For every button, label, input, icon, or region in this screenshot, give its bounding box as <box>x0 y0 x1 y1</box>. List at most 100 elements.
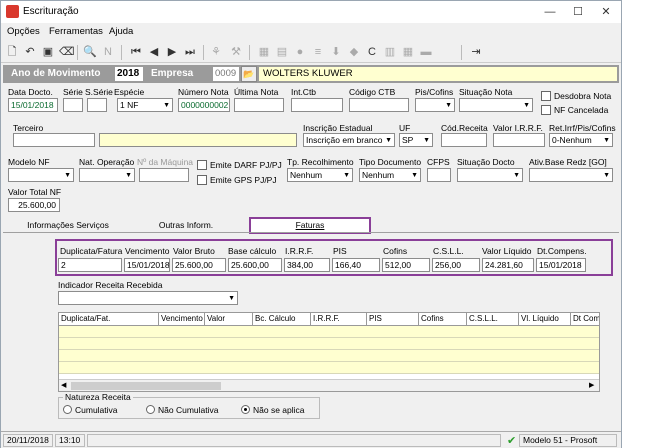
cfps-field[interactable] <box>427 168 451 182</box>
grid-icon[interactable]: ▦ <box>401 45 415 59</box>
scrollbar-thumb[interactable] <box>71 382 221 390</box>
nao-se-aplica-radio[interactable] <box>241 405 250 414</box>
terceiro-name-field <box>99 133 297 147</box>
terceiro-field[interactable] <box>13 133 95 147</box>
maximize-button[interactable]: ☐ <box>565 3 591 21</box>
previous-record-icon[interactable]: ◀ <box>147 45 161 59</box>
preview-icon[interactable]: 🔍 <box>83 45 97 59</box>
scroll-left-icon[interactable]: ◀ <box>61 381 66 389</box>
table-row[interactable] <box>59 338 599 350</box>
empresa-code-field[interactable]: 0009 <box>213 67 239 81</box>
menu-opcoes[interactable]: Opções <box>7 26 40 37</box>
modelo-nf-select[interactable]: ▼ <box>8 168 74 182</box>
ret-irrf-select[interactable]: 0-Nenhum ▼ <box>549 133 613 147</box>
vencimento-field[interactable]: 15/01/2018 <box>124 258 170 272</box>
cofins-field[interactable]: 512,00 <box>382 258 430 272</box>
empresa-lookup-button[interactable]: 📂 <box>241 66 257 82</box>
valor-total-field[interactable]: 25.600,00 <box>8 198 60 212</box>
save-icon[interactable]: ▣ <box>41 45 55 59</box>
int-ctb-field[interactable] <box>291 98 343 112</box>
barcode-icon[interactable]: ▥ <box>383 45 397 59</box>
pis-cofins-select[interactable]: ▼ <box>415 98 455 112</box>
exit-icon[interactable]: ⇥ <box>469 45 483 59</box>
nf-cancelada-checkbox[interactable] <box>541 105 551 115</box>
apple-icon[interactable]: ● <box>293 45 307 59</box>
new-document-icon[interactable]: 🗋 <box>5 45 19 59</box>
natureza-receita-label: Natureza Receita <box>63 392 133 402</box>
nat-operacao-select[interactable]: ▼ <box>79 168 135 182</box>
grid-col-duplicata[interactable]: Duplicata/Fat. <box>59 313 159 325</box>
especie-select[interactable]: 1 NF ▼ <box>117 98 173 112</box>
tree-icon[interactable]: ⚘ <box>209 45 223 59</box>
book-icon[interactable]: ▤ <box>275 45 289 59</box>
grid-col-vencimento[interactable]: Vencimento <box>159 313 205 325</box>
duplicata-field[interactable]: 2 <box>58 258 122 272</box>
serie-field[interactable] <box>63 98 83 112</box>
cube-icon[interactable]: ◆ <box>347 45 361 59</box>
codigo-ctb-field[interactable] <box>349 98 409 112</box>
first-record-icon[interactable]: ⏮ <box>129 45 143 59</box>
ctb-icon[interactable]: C <box>365 45 379 59</box>
n-maquina-field[interactable] <box>139 168 189 182</box>
n-maquina-label: Nº da Máquina <box>137 157 194 167</box>
tab-informacoes-servicos[interactable]: Informações Serviços <box>11 219 125 233</box>
tipo-documento-select[interactable]: Nenhum ▼ <box>359 168 421 182</box>
grid-col-valor[interactable]: Valor <box>205 313 253 325</box>
cumulativa-radio[interactable] <box>63 405 72 414</box>
close-button[interactable]: ✕ <box>593 3 619 21</box>
grid-col-vl-liquido[interactable]: Vl. Líquido <box>519 313 571 325</box>
valor-liquido-field[interactable]: 24.281,60 <box>482 258 534 272</box>
grid-col-dt-compens[interactable]: Dt Com <box>571 313 599 325</box>
valor-bruto-field[interactable]: 25.600,00 <box>172 258 226 272</box>
situacao-nota-select[interactable]: ▼ <box>459 98 533 112</box>
table-row[interactable] <box>59 326 599 338</box>
nfe-icon[interactable]: N <box>101 45 115 59</box>
uf-select[interactable]: SP ▼ <box>399 133 433 147</box>
ultima-nota-field[interactable] <box>234 98 284 112</box>
dt-compens-field[interactable]: 15/01/2018 <box>536 258 586 272</box>
sserie-field[interactable] <box>87 98 107 112</box>
inscricao-estadual-select[interactable]: Inscrição em branco ▼ <box>303 133 395 147</box>
base-calculo-field[interactable]: 25.600,00 <box>228 258 282 272</box>
faturas-grid[interactable]: Duplicata/Fat. Vencimento Valor Bc. Cálc… <box>58 312 600 392</box>
grid-col-bc-calculo[interactable]: Bc. Cálculo <box>253 313 311 325</box>
indicador-receita-select[interactable]: ▼ <box>58 291 238 305</box>
desdobra-nota-checkbox[interactable] <box>541 91 551 101</box>
cod-receita-field[interactable] <box>441 133 487 147</box>
empresa-label: Empresa <box>151 68 194 79</box>
tab-outras-inform[interactable]: Outras Inform. <box>131 219 241 233</box>
nao-cumulativa-radio[interactable] <box>146 405 155 414</box>
ano-field[interactable]: 2018 <box>115 67 143 81</box>
csll-field[interactable]: 256,00 <box>432 258 480 272</box>
grid-col-irrf[interactable]: I.R.R.F. <box>311 313 367 325</box>
download-icon[interactable]: ⬇ <box>329 45 343 59</box>
grid-col-pis[interactable]: PIS <box>367 313 419 325</box>
menu-ferramentas[interactable]: Ferramentas <box>49 26 103 37</box>
data-docto-field[interactable]: 15/01/2018 <box>8 98 58 112</box>
numero-nota-field[interactable]: 0000000002 <box>178 98 230 112</box>
irrf-field[interactable]: 384,00 <box>284 258 330 272</box>
grid-col-cofins[interactable]: Cofins <box>419 313 467 325</box>
table-row[interactable] <box>59 362 599 374</box>
undo-icon[interactable]: ↶ <box>23 45 37 59</box>
table-row[interactable] <box>59 350 599 362</box>
valor-irrf-field[interactable] <box>493 133 545 147</box>
horizontal-scrollbar[interactable]: ◀ ▶ <box>59 379 599 391</box>
emite-darf-checkbox[interactable] <box>197 160 207 170</box>
tools-icon[interactable]: ⚒ <box>229 45 243 59</box>
minimize-button[interactable]: — <box>537 3 563 21</box>
pis-field[interactable]: 166,40 <box>332 258 380 272</box>
situacao-docto-select[interactable]: ▼ <box>457 168 523 182</box>
calc-icon[interactable]: ▦ <box>257 45 271 59</box>
ativ-base-select[interactable]: ▼ <box>529 168 613 182</box>
last-record-icon[interactable]: ⏭ <box>183 45 197 59</box>
stack-icon[interactable]: ≡ <box>311 45 325 59</box>
scroll-right-icon[interactable]: ▶ <box>589 381 594 389</box>
tp-recolhimento-select[interactable]: Nenhum ▼ <box>287 168 353 182</box>
next-record-icon[interactable]: ▶ <box>165 45 179 59</box>
menu-ajuda[interactable]: Ajuda <box>109 26 133 37</box>
emite-gps-checkbox[interactable] <box>197 175 207 185</box>
grid-col-csll[interactable]: C.S.L.L. <box>467 313 519 325</box>
dash-icon[interactable]: ▬ <box>419 45 433 59</box>
delete-icon[interactable]: ⌫ <box>59 45 75 59</box>
